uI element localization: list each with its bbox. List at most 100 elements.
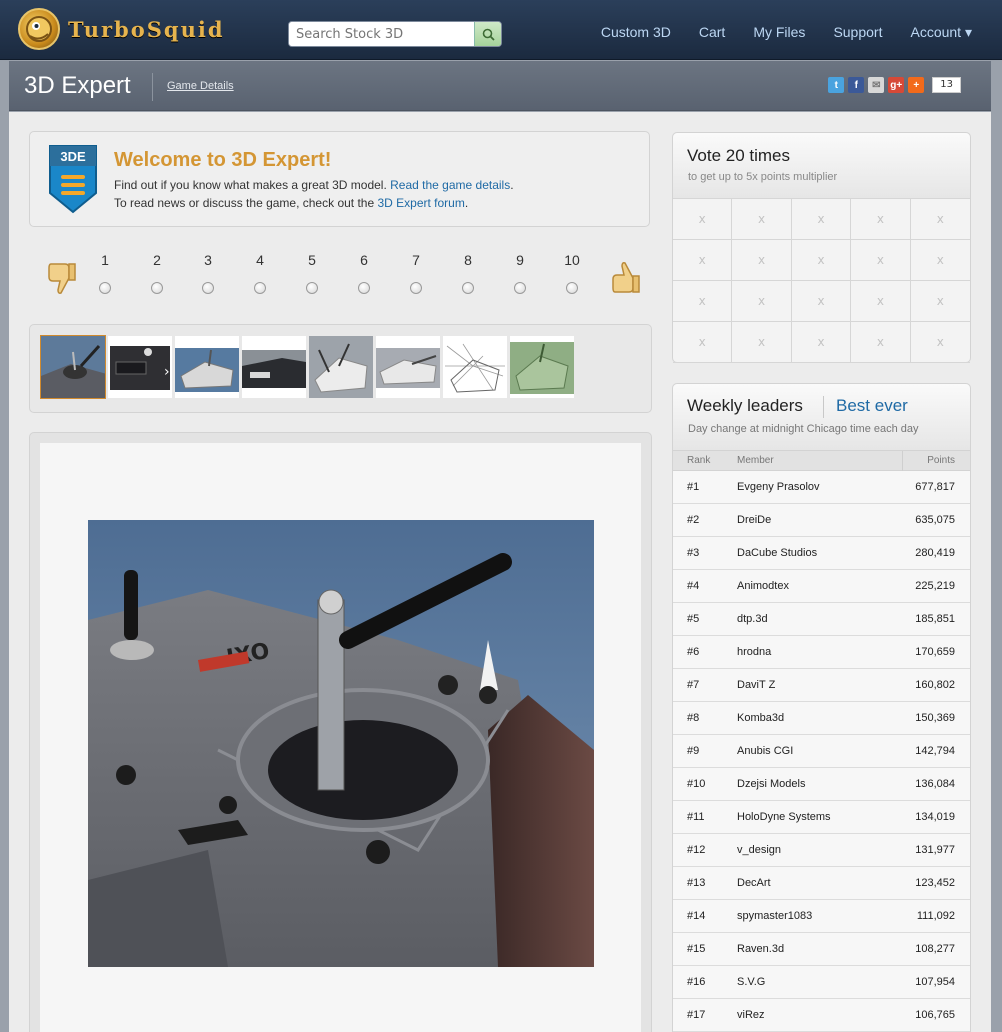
leaderboard-row: #14 spymaster1083 111,092 (673, 900, 970, 933)
vote-title: Vote 20 times (687, 146, 791, 165)
member-name[interactable]: Evgeny Prasolov (737, 481, 820, 493)
member-name[interactable]: DecArt (737, 877, 771, 889)
thumbnail-3[interactable] (175, 336, 239, 398)
rating-option-4[interactable]: 4 (247, 252, 273, 294)
thumbnail-1[interactable] (40, 335, 106, 399)
thumbnail-2[interactable]: › (108, 336, 172, 398)
rating-radio[interactable] (254, 282, 266, 294)
thumbnail-8[interactable] (510, 336, 574, 398)
rank-cell: #4 (687, 580, 700, 592)
vote-cell: x (732, 322, 792, 363)
rating-option-3[interactable]: 3 (195, 252, 221, 294)
member-name[interactable]: Komba3d (737, 712, 784, 724)
nav-account[interactable]: Account ▾ (910, 24, 972, 41)
member-name[interactable]: DaviT Z (737, 679, 775, 691)
welcome-line-1: Find out if you know what makes a great … (114, 178, 514, 192)
viewer-canvas: IXO (40, 443, 641, 1032)
rating-option-2[interactable]: 2 (144, 252, 170, 294)
read-game-details-link[interactable]: Read the game details (390, 178, 510, 192)
column-points: Points (927, 455, 955, 466)
points-cell: 123,452 (915, 877, 955, 889)
leaderboard-column-headers: Rank Member Points (673, 450, 970, 471)
leaderboard-subtitle: Day change at midnight Chicago time each… (688, 423, 919, 435)
game-details-link[interactable]: Game Details (167, 80, 234, 92)
addthis-icon[interactable]: + (908, 77, 925, 93)
rating-radio[interactable] (99, 282, 111, 294)
rating-radio[interactable] (306, 282, 318, 294)
member-name[interactable]: v_design (737, 844, 781, 856)
thumbs-down-icon (47, 260, 77, 296)
rating-radio[interactable] (358, 282, 370, 294)
thumbnail-5[interactable] (309, 336, 373, 398)
member-name[interactable]: dtp.3d (737, 613, 768, 625)
rank-cell: #11 (687, 811, 705, 823)
turbosquid-logo[interactable]: TurboSquid (18, 8, 225, 50)
vote-subtitle: to get up to 5x points multiplier (688, 171, 838, 183)
nav-support[interactable]: Support (833, 24, 882, 41)
leaderboard-row: #1 Evgeny Prasolov 677,817 (673, 471, 970, 504)
email-icon[interactable]: ✉ (868, 77, 885, 93)
member-name[interactable]: viRez (737, 1009, 765, 1021)
thumbnail-7[interactable] (443, 336, 507, 398)
rating-radio[interactable] (410, 282, 422, 294)
nav-custom-3d[interactable]: Custom 3D (601, 24, 671, 41)
rating-option-6[interactable]: 6 (351, 252, 377, 294)
google-plus-icon[interactable]: g+ (888, 77, 905, 93)
points-cell: 635,075 (915, 514, 955, 526)
model-render-image[interactable]: IXO (88, 520, 594, 967)
rank-cell: #7 (687, 679, 700, 691)
search-input[interactable] (289, 22, 475, 46)
vote-cell: x (791, 281, 852, 322)
member-name[interactable]: hrodna (737, 646, 771, 658)
member-name[interactable]: Animodtex (737, 580, 789, 592)
member-name[interactable]: Anubis CGI (737, 745, 793, 757)
twitter-icon[interactable]: t (828, 77, 845, 93)
points-cell: 185,851 (915, 613, 955, 625)
vote-cell: x (673, 281, 733, 322)
member-name[interactable]: spymaster1083 (737, 910, 812, 922)
vote-cell: x (851, 322, 911, 363)
rating-option-1[interactable]: 1 (92, 252, 118, 294)
page-subheader: 3D Expert Game Details t f ✉ g+ + 13 (9, 61, 991, 111)
leaderboard-row: #5 dtp.3d 185,851 (673, 603, 970, 636)
rating-radio[interactable] (151, 282, 163, 294)
vote-cell: x (732, 281, 792, 322)
member-name[interactable]: S.V.G (737, 976, 765, 988)
rank-cell: #17 (687, 1009, 706, 1021)
thumbnail-4[interactable] (242, 336, 306, 398)
vote-cell: x (673, 322, 733, 363)
rating-option-8[interactable]: 8 (455, 252, 481, 294)
rating-radio[interactable] (566, 282, 578, 294)
rating-option-9[interactable]: 9 (507, 252, 533, 294)
rating-radio[interactable] (462, 282, 474, 294)
member-name[interactable]: DaCube Studios (737, 547, 817, 559)
facebook-icon[interactable]: f (848, 77, 865, 93)
points-cell: 170,659 (915, 646, 955, 658)
vote-cell: x (910, 322, 970, 363)
rating-option-7[interactable]: 7 (403, 252, 429, 294)
3d-expert-badge: 3DE (47, 143, 99, 215)
member-name[interactable]: Dzejsi Models (737, 778, 805, 790)
leaderboard-row: #4 Animodtex 225,219 (673, 570, 970, 603)
main-nav-links: Custom 3D Cart My Files Support Account … (601, 24, 972, 41)
rating-option-5[interactable]: 5 (299, 252, 325, 294)
welcome-title: Welcome to 3D Expert! (114, 149, 332, 171)
points-cell: 136,084 (915, 778, 955, 790)
rating-option-10[interactable]: 10 (559, 252, 585, 294)
member-name[interactable]: DreiDe (737, 514, 771, 526)
member-name[interactable]: HoloDyne Systems (737, 811, 831, 823)
rank-cell: #3 (687, 547, 700, 559)
leaderboard-row: #16 S.V.G 107,954 (673, 966, 970, 999)
vote-cell: x (910, 199, 970, 240)
tab-best-ever[interactable]: Best ever (836, 396, 908, 416)
rating-radio[interactable] (514, 282, 526, 294)
member-name[interactable]: Raven.3d (737, 943, 784, 955)
search-button[interactable] (474, 22, 501, 46)
vote-cell: x (673, 240, 733, 281)
tab-weekly-leaders[interactable]: Weekly leaders (687, 396, 803, 416)
thumbnail-6[interactable] (376, 336, 440, 398)
forum-link[interactable]: 3D Expert forum (377, 196, 464, 210)
rating-radio[interactable] (202, 282, 214, 294)
nav-cart[interactable]: Cart (699, 24, 725, 41)
nav-my-files[interactable]: My Files (753, 24, 805, 41)
